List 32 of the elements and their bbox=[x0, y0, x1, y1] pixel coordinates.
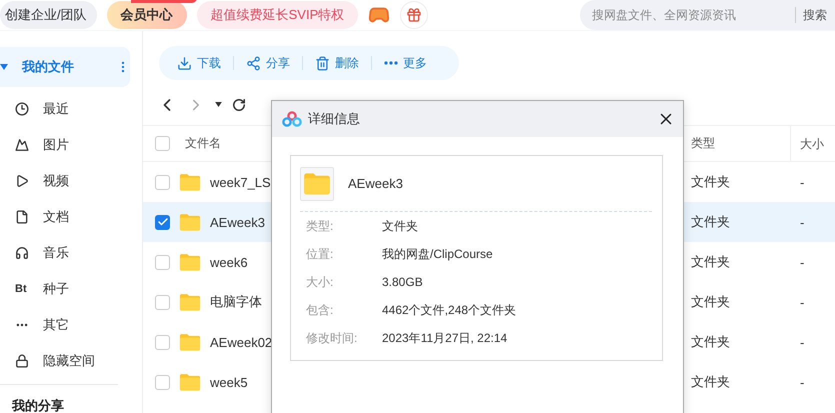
section-title: 我的分享 bbox=[10, 397, 65, 413]
detail-value: 文件夹 bbox=[382, 218, 419, 234]
table-cell-text: - bbox=[799, 294, 806, 310]
file-name: 电脑字体 bbox=[210, 293, 262, 311]
bt-icon: Bt bbox=[15, 283, 29, 295]
detail-label: 修改时间: bbox=[306, 330, 358, 346]
table-cell-text: - bbox=[799, 374, 806, 390]
table-cell-text: 文件夹 bbox=[691, 293, 731, 311]
table-cell-text: 文件夹 bbox=[691, 333, 731, 351]
detail-value: 3.80GB bbox=[382, 275, 424, 289]
folder-name: AEweek3 bbox=[348, 176, 403, 191]
table-cell-text: - bbox=[799, 174, 806, 190]
table-cell-text: 文件夹 bbox=[691, 373, 731, 391]
table-cell-text: - bbox=[799, 214, 806, 230]
table-cell-text: 文件夹 bbox=[691, 213, 731, 231]
detail-label: 位置: bbox=[306, 246, 334, 262]
detail-value: 4462个文件,248个文件夹 bbox=[382, 302, 518, 318]
detail-value: 我的网盘/ClipCourse bbox=[382, 246, 494, 262]
file-name: AEweek02 bbox=[210, 334, 272, 350]
detail-label: 类型: bbox=[306, 218, 334, 234]
table-cell-text: 文件夹 bbox=[691, 173, 731, 191]
detail-value: 2023年11月27日, 22:14 bbox=[382, 330, 508, 346]
file-name: week5 bbox=[210, 374, 248, 390]
detail-label: 包含: bbox=[306, 302, 334, 318]
file-name: week7_LS bbox=[210, 174, 271, 190]
table-cell-text: 文件夹 bbox=[691, 253, 731, 271]
dialog-title: 详细信息 bbox=[308, 110, 360, 128]
file-name: week6 bbox=[210, 254, 248, 270]
table-cell-text: - bbox=[799, 254, 806, 270]
table-cell-text: - bbox=[799, 334, 806, 350]
detail-label: 大小: bbox=[306, 274, 334, 290]
file-name: AEweek3 bbox=[210, 214, 265, 230]
